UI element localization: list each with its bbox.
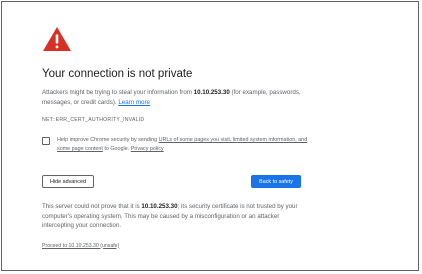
- advanced-details: This server could not prove that it is 1…: [42, 203, 298, 229]
- advanced-host-name: 10.10.253.30: [141, 203, 178, 210]
- interstitial-page: Your connection is not private Attackers…: [1, 1, 419, 271]
- main-message: Attackers might be trying to steal your …: [42, 89, 301, 106]
- warning-triangle-icon: [43, 27, 71, 51]
- opt-in-checkbox[interactable]: [42, 137, 50, 145]
- opt-in-text: Help improve Chrome security by sending …: [57, 137, 308, 152]
- privacy-policy-link[interactable]: Privacy policy: [131, 146, 164, 152]
- hide-advanced-button[interactable]: Hide advanced: [42, 175, 94, 188]
- safe-browsing-opt-in: Help improve Chrome security by sending …: [42, 136, 312, 154]
- host-name: 10.10.253.30: [193, 89, 230, 96]
- learn-more-link[interactable]: Learn more: [118, 99, 150, 106]
- interstitial-content: Your connection is not private Attackers…: [42, 26, 312, 249]
- page-title: Your connection is not private: [42, 68, 193, 80]
- proceed-unsafe-link[interactable]: Proceed to 10.10.253.30 (unsafe): [42, 243, 312, 249]
- button-row: Hide advanced Back to safety: [42, 175, 301, 188]
- error-code: NET::ERR_CERT_AUTHORITY_INVALID: [42, 117, 145, 123]
- back-to-safety-button[interactable]: Back to safety: [251, 175, 301, 188]
